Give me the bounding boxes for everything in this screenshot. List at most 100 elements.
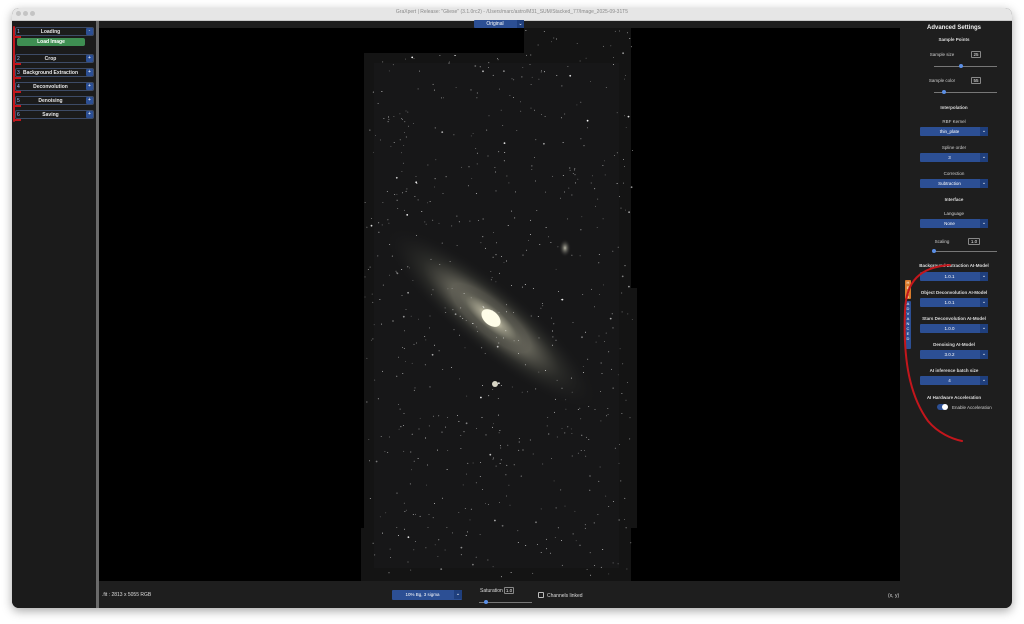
section-loading[interactable]: 1 Loading - bbox=[15, 27, 94, 36]
star bbox=[588, 405, 590, 407]
star bbox=[472, 462, 474, 464]
section-crop[interactable]: 2 Crop + bbox=[15, 54, 94, 63]
star bbox=[522, 254, 524, 256]
star bbox=[476, 152, 478, 154]
scaling-slider-handle[interactable] bbox=[932, 249, 936, 253]
star bbox=[511, 386, 513, 388]
star bbox=[424, 364, 426, 366]
star bbox=[588, 439, 590, 440]
star bbox=[520, 110, 522, 112]
star bbox=[498, 151, 500, 153]
galaxy-image bbox=[361, 28, 637, 581]
app-window: GraXpert | Release: "Gliese" (3.1.0rc2) … bbox=[12, 8, 1012, 608]
section-background-extraction[interactable]: 3 Background Extraction + bbox=[15, 68, 94, 77]
star bbox=[494, 166, 496, 168]
star bbox=[616, 183, 618, 184]
star bbox=[627, 313, 629, 315]
star bbox=[577, 178, 579, 180]
section-saving[interactable]: 6 Saving + bbox=[15, 110, 94, 119]
channels-linked-checkbox[interactable] bbox=[538, 592, 544, 598]
expand-icon[interactable]: + bbox=[86, 55, 93, 62]
chevron-down-icon: ⌄ bbox=[980, 153, 988, 162]
star bbox=[474, 65, 477, 67]
star bbox=[612, 501, 614, 502]
star bbox=[475, 556, 477, 558]
star bbox=[518, 438, 520, 439]
stretch-select[interactable]: 10% Bg, 3 sigma ⌄ bbox=[392, 590, 462, 600]
correction-select[interactable]: Subtraction ⌄ bbox=[920, 179, 988, 188]
star bbox=[575, 540, 577, 542]
star bbox=[626, 381, 628, 383]
star bbox=[481, 417, 483, 418]
scaling-value[interactable]: 1.0 bbox=[968, 238, 980, 245]
star bbox=[425, 223, 427, 225]
star bbox=[631, 319, 633, 320]
star bbox=[536, 210, 538, 211]
star bbox=[432, 289, 434, 291]
expand-icon[interactable]: + bbox=[86, 97, 93, 104]
star bbox=[480, 396, 482, 399]
star bbox=[576, 42, 578, 44]
star bbox=[597, 198, 599, 200]
star bbox=[567, 218, 569, 220]
star bbox=[377, 398, 379, 400]
saturation-value[interactable]: 1.0 bbox=[504, 587, 514, 594]
star bbox=[622, 52, 624, 55]
star bbox=[576, 104, 578, 106]
star bbox=[488, 115, 490, 117]
sample-color-value[interactable]: 55 bbox=[971, 77, 981, 84]
star bbox=[582, 294, 584, 296]
star bbox=[372, 542, 374, 544]
star bbox=[364, 296, 366, 298]
star bbox=[605, 332, 607, 334]
star bbox=[612, 250, 614, 252]
star bbox=[497, 59, 499, 61]
expand-icon[interactable]: + bbox=[86, 111, 93, 118]
star bbox=[440, 97, 442, 99]
star bbox=[488, 62, 490, 64]
rbf-kernel-select[interactable]: thin_plate ⌄ bbox=[920, 127, 988, 136]
scaling-slider[interactable] bbox=[934, 251, 997, 252]
load-image-button[interactable]: Load Image bbox=[17, 38, 85, 46]
section-label: Background Extraction bbox=[22, 70, 78, 76]
sample-size-value[interactable]: 25 bbox=[971, 51, 981, 58]
language-select[interactable]: None ⌄ bbox=[920, 219, 988, 228]
star bbox=[540, 71, 542, 73]
star bbox=[416, 183, 418, 184]
star bbox=[379, 516, 381, 518]
image-canvas[interactable] bbox=[99, 28, 900, 581]
expand-icon[interactable]: + bbox=[86, 83, 93, 90]
star bbox=[495, 171, 497, 173]
section-deconvolution[interactable]: 4 Deconvolution + bbox=[15, 82, 94, 91]
star bbox=[470, 297, 472, 299]
star bbox=[553, 37, 555, 39]
star bbox=[399, 139, 401, 141]
star bbox=[557, 246, 559, 248]
star bbox=[403, 450, 405, 452]
expand-icon[interactable]: + bbox=[86, 69, 93, 76]
sample-size-slider-handle[interactable] bbox=[959, 64, 963, 68]
star bbox=[409, 267, 410, 269]
view-select[interactable]: Original ⌄ bbox=[474, 20, 524, 28]
star bbox=[579, 544, 581, 546]
star bbox=[460, 448, 462, 449]
saturation-slider-handle[interactable] bbox=[484, 600, 488, 604]
star bbox=[561, 387, 563, 389]
sample-color-slider-handle[interactable] bbox=[942, 90, 946, 94]
left-panel: 1 Loading - Load Image 2 Crop + 3 Backgr… bbox=[12, 21, 96, 608]
spline-order-select[interactable]: 3 ⌄ bbox=[920, 153, 988, 162]
star bbox=[530, 219, 532, 221]
star bbox=[406, 188, 408, 190]
star bbox=[412, 513, 414, 515]
star bbox=[454, 313, 457, 316]
chevron-down-icon: ⌄ bbox=[980, 376, 988, 385]
collapse-icon[interactable]: - bbox=[86, 28, 93, 35]
star bbox=[608, 506, 610, 508]
star bbox=[382, 61, 384, 63]
section-denoising[interactable]: 5 Denoising + bbox=[15, 96, 94, 105]
star bbox=[544, 116, 546, 118]
sample-size-slider[interactable] bbox=[934, 66, 997, 67]
star bbox=[536, 544, 538, 546]
star bbox=[442, 192, 444, 194]
star bbox=[460, 435, 462, 436]
